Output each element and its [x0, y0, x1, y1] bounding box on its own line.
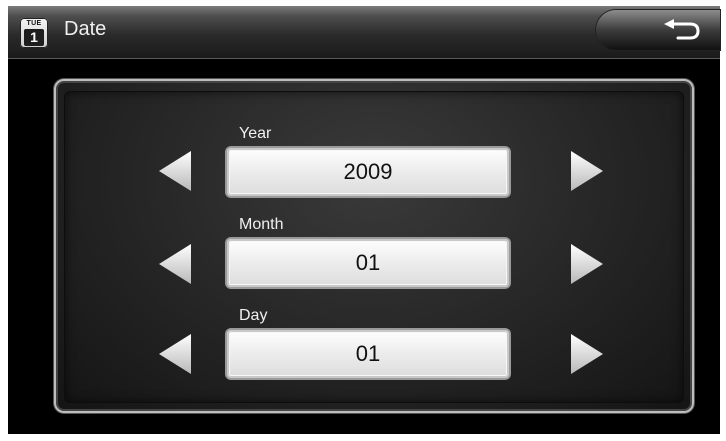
- screen: TUE 1 Date Year 2009 Month 01 Day 01: [8, 6, 720, 434]
- calendar-icon: TUE 1: [20, 18, 48, 48]
- left-arrow-icon: [159, 151, 191, 191]
- top-bar: TUE 1 Date: [8, 6, 720, 59]
- day-increase-button[interactable]: [569, 332, 605, 376]
- day-label: Day: [239, 307, 268, 324]
- year-decrease-button[interactable]: [157, 149, 193, 193]
- left-arrow-icon: [159, 244, 191, 284]
- left-arrow-icon: [159, 334, 191, 374]
- year-label: Year: [239, 125, 272, 142]
- day-value-display: 01: [227, 330, 509, 378]
- page-title: Date: [64, 18, 107, 40]
- back-button[interactable]: [596, 10, 720, 50]
- right-arrow-icon: [571, 151, 603, 191]
- date-settings-panel: Year 2009 Month 01 Day 01: [54, 79, 694, 413]
- month-value-display: 01: [227, 239, 509, 287]
- right-arrow-icon: [571, 244, 603, 284]
- year-increase-button[interactable]: [569, 149, 605, 193]
- right-arrow-icon: [571, 334, 603, 374]
- return-arrow-icon: [664, 19, 700, 40]
- calendar-icon-date: 1: [24, 29, 44, 46]
- day-decrease-button[interactable]: [157, 332, 193, 376]
- calendar-icon-day: TUE: [26, 20, 42, 27]
- month-label: Month: [239, 216, 284, 233]
- month-decrease-button[interactable]: [157, 242, 193, 286]
- month-increase-button[interactable]: [569, 242, 605, 286]
- year-value-display: 2009: [227, 148, 509, 196]
